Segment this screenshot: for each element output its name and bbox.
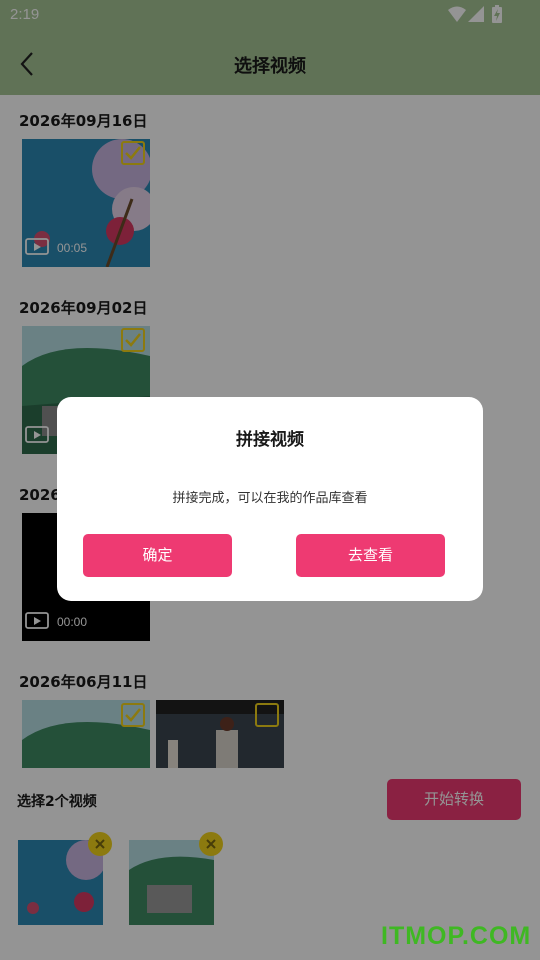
dialog-message: 拼接完成，可以在我的作品库查看 — [172, 491, 368, 506]
dialog-title: 拼接视频 — [236, 430, 304, 450]
merge-complete-dialog: 拼接视频 拼接完成，可以在我的作品库查看 确定 去查看 — [57, 397, 483, 601]
watermark: ITMOP.COM — [381, 922, 532, 950]
view-works-button[interactable]: 去查看 — [296, 534, 445, 577]
confirm-button[interactable]: 确定 — [83, 534, 232, 577]
